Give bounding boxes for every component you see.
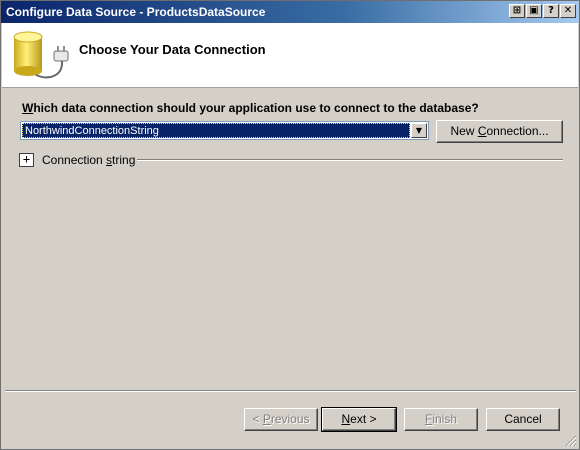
- next-mnemonic: N: [341, 412, 351, 426]
- previous-button[interactable]: < Previous: [244, 408, 318, 431]
- new-connection-rest: onnection...: [486, 124, 549, 138]
- footer-divider: [5, 390, 576, 392]
- page-title: Choose Your Data Connection: [79, 42, 266, 57]
- connection-string-label[interactable]: Connection string: [42, 153, 135, 167]
- help-icon[interactable]: ?: [543, 4, 559, 18]
- new-connection-prefix: New: [450, 124, 478, 138]
- connection-question-label: Which data connection should your applic…: [22, 101, 479, 115]
- pin-icon[interactable]: ⊞: [509, 4, 525, 18]
- previous-prefix: <: [252, 412, 263, 426]
- cancel-button[interactable]: Cancel: [486, 408, 560, 431]
- connection-selected-value: NorthwindConnectionString: [22, 123, 410, 138]
- restore-icon[interactable]: ▣: [526, 4, 542, 18]
- resize-grip-icon[interactable]: [565, 435, 577, 447]
- new-connection-button[interactable]: New Connection...: [436, 120, 563, 143]
- connection-string-divider: [137, 159, 563, 161]
- question-mnemonic: W: [22, 101, 34, 115]
- connection-select[interactable]: NorthwindConnectionString ▼: [20, 121, 429, 140]
- expand-connection-string-icon[interactable]: +: [19, 153, 34, 167]
- finish-button[interactable]: Finish: [404, 408, 478, 431]
- title-bar[interactable]: Configure Data Source - ProductsDataSour…: [1, 1, 579, 23]
- finish-rest: inish: [432, 412, 458, 426]
- configure-data-source-dialog: Configure Data Source - ProductsDataSour…: [0, 0, 580, 450]
- close-icon[interactable]: ✕: [560, 4, 576, 18]
- window-title: Configure Data Source - ProductsDataSour…: [6, 5, 266, 19]
- question-text: hich data connection should your applica…: [33, 101, 479, 115]
- previous-mnemonic: P: [262, 412, 271, 426]
- previous-rest: revious: [270, 412, 310, 426]
- database-icon: [13, 31, 69, 79]
- next-rest: ext >: [350, 412, 377, 426]
- connection-string-rest: tring: [112, 153, 136, 167]
- chevron-down-icon[interactable]: ▼: [411, 123, 427, 138]
- next-button[interactable]: Next >: [321, 407, 397, 432]
- wizard-header: Choose Your Data Connection: [2, 23, 578, 88]
- connection-string-prefix: Connection: [42, 153, 107, 167]
